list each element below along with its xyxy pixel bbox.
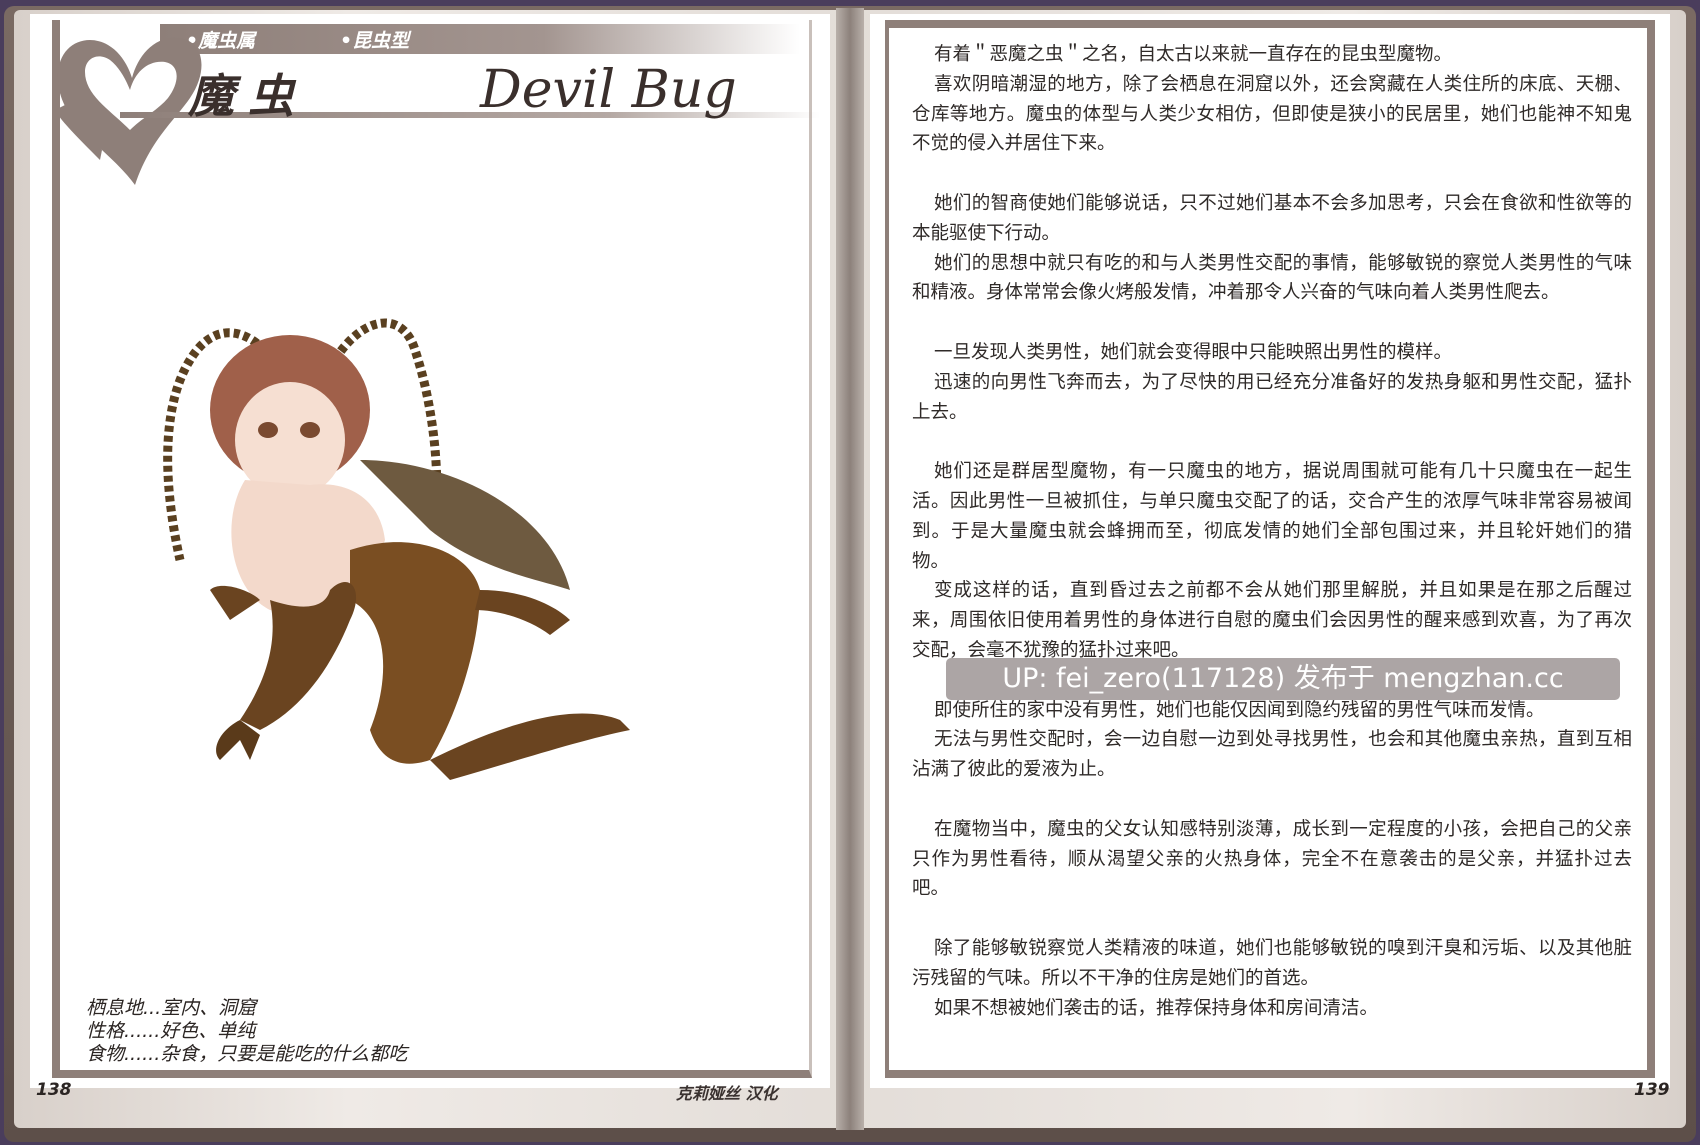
- description-paragraph: 变成这样的话，直到昏过去之前都不会从她们那里解脱，并且如果是在那之后醒过来，周围…: [912, 580, 1632, 661]
- description-paragraph: 一旦发现人类男性，她们就会变得眼中只能映照出男性的模样。: [934, 341, 1453, 363]
- stat-food: 食物......杂食，只要是能吃的什么都吃: [86, 1043, 408, 1065]
- description-paragraph: 喜欢阴暗潮湿的地方，除了会栖息在洞窟以外，还会窝藏在人类住所的床底、天棚、仓库等…: [912, 73, 1632, 155]
- description-paragraph: 如果不想被她们袭击的话，推荐保持身体和房间清洁。: [934, 997, 1379, 1019]
- description-paragraph: 她们的智商使她们能够说话，只不过她们基本不会多加思考，只会在食欲和性欲等的本能驱…: [912, 192, 1632, 244]
- description-paragraph: 在魔物当中，魔虫的父女认知感特别淡薄，成长到一定程度的小孩，会把自己的父亲只作为…: [912, 818, 1632, 900]
- description-paragraph: 迅速的向男性飞奔而去，为了尽快的用已经充分准备好的发热身躯和男性交配，猛扑上去。: [912, 371, 1632, 423]
- tag-type: •昆虫型: [340, 30, 410, 52]
- description-paragraph: 除了能够敏锐察觉人类精液的味道，她们也能够敏锐的嗅到汗臭和污垢、以及其他脏污残留…: [912, 937, 1632, 989]
- watermark-banner: UP: fei_zero(117128) 发布于 mengzhan.cc: [946, 658, 1620, 700]
- monster-illustration: [163, 318, 630, 780]
- header-bar: [160, 24, 800, 54]
- description-paragraph: 她们还是群居型魔物，有一只魔虫的地方，据说周围就可能有几十只魔虫在一起生活。因此…: [912, 461, 1632, 572]
- page-number-right: 139: [1634, 1080, 1670, 1100]
- translator-credit: 克莉娅丝 汉化: [676, 1084, 778, 1103]
- monster-title-cn: 魔虫: [188, 69, 308, 123]
- open-book: •魔虫属 •昆虫型 魔虫 Devil Bug 栖息地...室内、洞窟 性格...…: [0, 0, 1700, 1145]
- monster-title-en: Devil Bug: [480, 60, 737, 120]
- description-paragraph: 有着＂恶魔之虫＂之名，自太古以来就一直存在的昆虫型魔物。: [934, 44, 1453, 65]
- page-number-left: 138: [36, 1080, 72, 1100]
- description-paragraph: 她们的思想中就只有吃的和与人类男性交配的事情，能够敏锐的察觉人类男性的气味和精液…: [912, 252, 1632, 304]
- description-text: 有着＂恶魔之虫＂之名，自太古以来就一直存在的昆虫型魔物。喜欢阴暗潮湿的地方，除了…: [912, 40, 1632, 1023]
- book-spine: [836, 8, 864, 1130]
- description-paragraph: 即使所住的家中没有男性，她们也能仅因闻到隐约残留的男性气味而发情。: [934, 699, 1545, 721]
- stat-personality: 性格......好色、单纯: [86, 1020, 256, 1042]
- stat-habitat: 栖息地...室内、洞窟: [86, 997, 257, 1019]
- description-paragraph: 无法与男性交配时，会一边自慰一边到处寻找男性，也会和其他魔虫亲热，直到互相沾满了…: [912, 729, 1632, 781]
- monster-stats: 栖息地...室内、洞窟 性格......好色、单纯 食物......杂食，只要是…: [86, 997, 407, 1066]
